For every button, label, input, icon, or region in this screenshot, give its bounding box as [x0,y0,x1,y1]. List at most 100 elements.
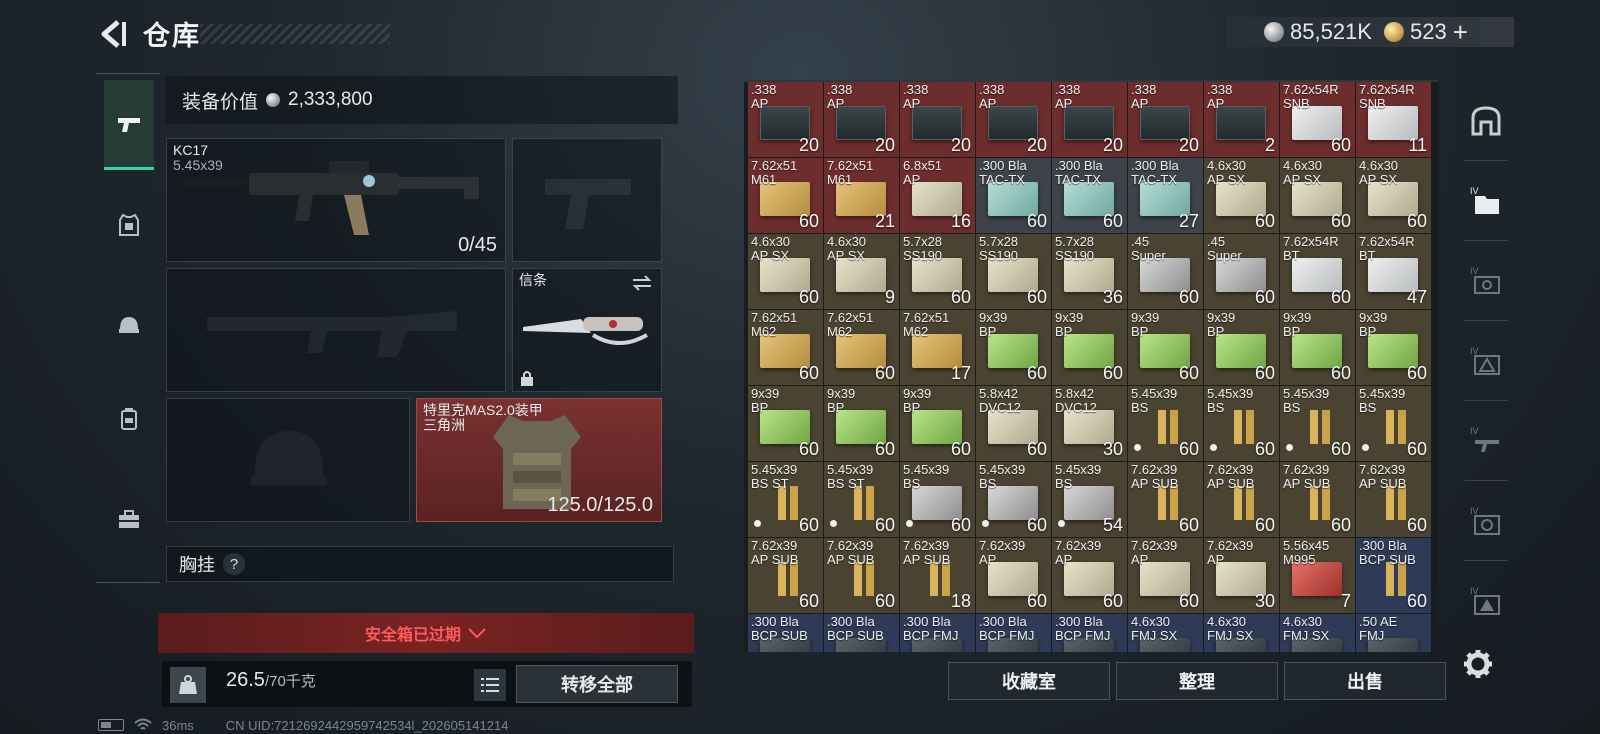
stash-item[interactable]: 5.7x28 SS190 60 [976,234,1051,309]
stash-item[interactable]: 5.45x39 BS 60 [900,462,975,537]
stash-item[interactable]: .45 Super 60 [1128,234,1203,309]
category-tab-toolbox[interactable] [104,474,154,564]
stash-item[interactable]: .338 AP 20 [824,82,899,157]
stash-item[interactable]: 5.45x39 BS 60 [1204,386,1279,461]
swap-icon[interactable] [631,273,653,293]
stash-tab-overview[interactable] [1456,86,1516,156]
stash-item[interactable]: 5.45x39 BS 60 [976,462,1051,537]
stash-item[interactable]: 5.45x39 BS 60 [1356,386,1431,461]
add-currency-button[interactable]: + [1453,19,1468,45]
stash-item[interactable]: 9x39 BP 60 [1280,310,1355,385]
stash-tab-iv-6[interactable]: IV [1456,566,1516,636]
stash-item[interactable]: 7.62x54R BT 60 [1280,234,1355,309]
secondary-weapon-slot[interactable] [512,138,662,262]
stash-item[interactable]: 7.62x39 AP SUB 60 [1204,462,1279,537]
stash-item[interactable]: 7.62x51 M61 60 [748,158,823,233]
stash-item[interactable]: .300 Bla BCP FMJ [976,614,1051,652]
stash-item[interactable]: .300 Bla BCP SUB 60 [1356,538,1431,613]
stash-item[interactable]: 7.62x51 M62 60 [748,310,823,385]
stash-item[interactable]: .50 AE FMJ [1356,614,1431,652]
category-tab-backpack[interactable] [104,280,154,370]
stash-item[interactable]: 7.62x39 AP 60 [1128,538,1203,613]
stash-item[interactable]: 5.8x42 DVC12 60 [976,386,1051,461]
list-view-button[interactable] [474,669,506,701]
stash-item[interactable]: 5.56x45 M995 7 [1280,538,1355,613]
stash-item[interactable]: 7.62x39 AP SUB 60 [1356,462,1431,537]
stash-item[interactable]: 4.6x30 AP SX 60 [748,234,823,309]
stash-item[interactable]: .300 Bla BCP SUB [748,614,823,652]
stash-item[interactable]: 5.45x39 BS ST 60 [748,462,823,537]
stash-item[interactable]: .338 AP 20 [748,82,823,157]
stash-item[interactable]: .300 Bla TAC-TX 60 [1052,158,1127,233]
back-button[interactable] [96,16,132,52]
help-icon[interactable]: ? [223,553,245,575]
stash-item[interactable]: .300 Bla TAC-TX 27 [1128,158,1203,233]
stash-item[interactable]: 7.62x54R SNB 11 [1356,82,1431,157]
stash-item[interactable]: 4.6x30 AP SX 60 [1280,158,1355,233]
stash-item[interactable]: .338 AP 2 [1204,82,1279,157]
organize-button[interactable]: 整理 [1116,662,1278,700]
stash-tab-iv-2[interactable]: IV [1456,246,1516,316]
stash-item[interactable]: 9x39 BP 60 [1204,310,1279,385]
primary-weapon-slot[interactable]: KC17 5.45x39 0/45 [166,138,506,262]
transfer-all-button[interactable]: 转移全部 [516,665,678,703]
stash-item[interactable]: 5.45x39 BS ST 60 [824,462,899,537]
stash-item[interactable]: .338 AP 20 [976,82,1051,157]
stash-tab-iv-4[interactable]: IV [1456,406,1516,476]
stash-item[interactable]: 7.62x51 M62 17 [900,310,975,385]
stash-item[interactable]: 4.6x30 AP SX 60 [1204,158,1279,233]
stash-item[interactable]: 7.62x51 M61 21 [824,158,899,233]
stash-item[interactable]: 9x39 BP 60 [1356,310,1431,385]
melee-slot[interactable]: 信条 [512,268,662,392]
stash-item[interactable]: 4.6x30 FMJ SX [1128,614,1203,652]
stash-item[interactable]: 7.62x39 AP 60 [976,538,1051,613]
chest-rig-row[interactable]: 胸挂 ? [166,546,674,582]
secondary-rifle-slot[interactable] [166,268,506,392]
category-tab-weapons[interactable] [104,80,154,170]
stash-item[interactable]: 7.62x39 AP SUB 60 [1128,462,1203,537]
stash-item[interactable]: 7.62x39 AP 60 [1052,538,1127,613]
stash-item[interactable]: 5.8x42 DVC12 30 [1052,386,1127,461]
stash-item[interactable]: 6.8x51 AP 16 [900,158,975,233]
stash-item[interactable]: .300 Bla TAC-TX 60 [976,158,1051,233]
stash-item[interactable]: 4.6x30 AP SX 60 [1356,158,1431,233]
stash-item[interactable]: 5.7x28 SS190 36 [1052,234,1127,309]
helmet-slot[interactable] [166,398,410,522]
stash-item[interactable]: .45 Super 60 [1204,234,1279,309]
stash-tab-iv-3[interactable]: IV [1456,326,1516,396]
stash-item[interactable]: 5.45x39 BS 54 [1052,462,1127,537]
stash-tab-iv-5[interactable]: IV [1456,486,1516,556]
stash-item[interactable]: 7.62x39 AP 30 [1204,538,1279,613]
stash-item[interactable]: 9x39 BP 60 [1128,310,1203,385]
stash-item[interactable]: 7.62x54R BT 47 [1356,234,1431,309]
stash-item[interactable]: .338 AP 20 [1128,82,1203,157]
stash-item[interactable]: .300 Bla BCP SUB [824,614,899,652]
collection-room-button[interactable]: 收藏室 [948,662,1110,700]
category-tab-chest-rig[interactable] [104,374,154,464]
settings-button[interactable] [1458,644,1498,684]
stash-item[interactable]: 7.62x54R SNB 60 [1280,82,1355,157]
stash-item[interactable]: 4.6x30 AP SX 9 [824,234,899,309]
stash-tab-iv-1[interactable]: IV [1456,166,1516,236]
stash-item[interactable]: 9x39 BP 60 [824,386,899,461]
stash-item[interactable]: 7.62x39 AP SUB 60 [748,538,823,613]
stash-item[interactable]: 4.6x30 FMJ SX [1204,614,1279,652]
stash-item[interactable]: 7.62x39 AP SUB 60 [1280,462,1355,537]
stash-item[interactable]: .300 Bla BCP FMJ [1052,614,1127,652]
stash-item[interactable]: .300 Bla BCP FMJ [900,614,975,652]
safe-box-expired-banner[interactable]: 安全箱已过期 [158,613,694,653]
stash-item[interactable]: 9x39 BP 60 [976,310,1051,385]
stash-item[interactable]: 5.45x39 BS 60 [1128,386,1203,461]
stash-item[interactable]: 4.6x30 FMJ SX [1280,614,1355,652]
stash-item[interactable]: 9x39 BP 60 [748,386,823,461]
sell-button[interactable]: 出售 [1284,662,1446,700]
stash-item[interactable]: 7.62x39 AP SUB 60 [824,538,899,613]
armor-slot[interactable]: 特里克MAS2.0装甲 三角洲 125.0/125.0 [416,398,662,522]
stash-item[interactable]: 9x39 BP 60 [900,386,975,461]
stash-item[interactable]: 9x39 BP 60 [1052,310,1127,385]
stash-item[interactable]: 5.7x28 SS190 60 [900,234,975,309]
stash-item[interactable]: .338 AP 20 [1052,82,1127,157]
stash-item[interactable]: 5.45x39 BS 60 [1280,386,1355,461]
stash-item[interactable]: 7.62x51 M62 60 [824,310,899,385]
stash-item[interactable]: 7.62x39 AP SUB 18 [900,538,975,613]
